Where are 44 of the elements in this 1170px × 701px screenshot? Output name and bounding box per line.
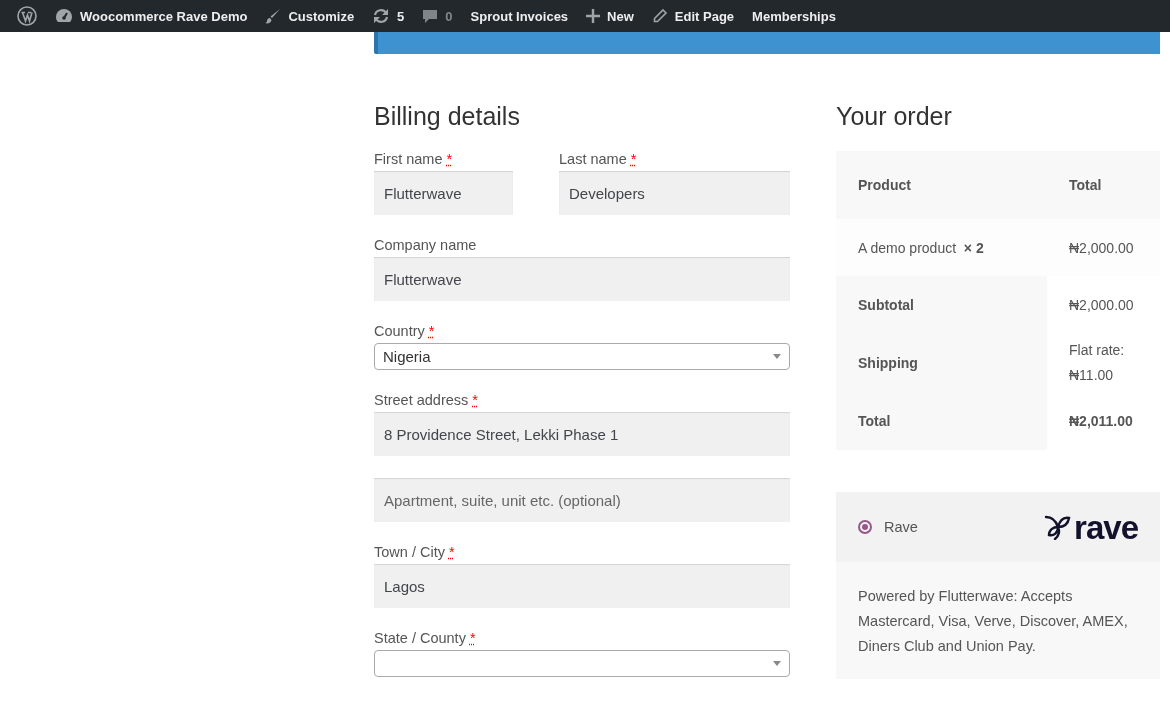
- field-label: Street address *: [374, 392, 479, 408]
- field-label: Country *: [374, 323, 436, 339]
- section-title: Your order: [836, 102, 953, 131]
- toolbar-item[interactable]: Edit Page: [642, 0, 744, 32]
- speech-bubble-icon: [422, 8, 439, 24]
- price-cell: ₦2,000.00: [1047, 219, 1160, 276]
- column-header: Total: [1047, 151, 1160, 219]
- section-title: Billing details: [374, 102, 521, 131]
- select-field[interactable]: Nigeria: [374, 343, 790, 370]
- field-label: State / County *: [374, 630, 477, 646]
- toolbar-item[interactable]: Woocommerce Rave Demo: [46, 0, 257, 32]
- toolbar-item[interactable]: Memberships: [743, 0, 845, 32]
- toolbar-item[interactable]: 5: [363, 0, 414, 32]
- column-header: Product: [836, 151, 1047, 219]
- input-field[interactable]: 8 Providence Street, Lekki Phase 1: [374, 412, 790, 456]
- butterfly-icon: [1044, 514, 1073, 540]
- field-label: Company name: [374, 237, 478, 253]
- field-label: Last name *: [559, 151, 638, 167]
- plus-icon: [586, 9, 601, 23]
- field-label: Town / City *: [374, 544, 456, 560]
- input-field[interactable]: Flutterwave: [374, 257, 790, 301]
- wordpress-logo-icon[interactable]: [17, 6, 37, 26]
- input-field[interactable]: Lagos: [374, 564, 790, 608]
- pencil-icon: [651, 8, 668, 24]
- radio-button[interactable]: [858, 520, 872, 534]
- total-label: Subtotal: [836, 276, 1047, 334]
- total-label: Shipping: [836, 334, 1047, 392]
- product-cell: A demo product × 2: [836, 219, 1047, 276]
- input-field[interactable]: Apartment, suite, unit etc. (optional): [374, 478, 790, 522]
- refresh-icon: [372, 8, 391, 24]
- field-label: First name *: [374, 151, 454, 167]
- toolbar-item[interactable]: 0: [413, 0, 462, 32]
- input-field[interactable]: Flutterwave: [374, 171, 513, 215]
- toolbar-item[interactable]: Customize: [256, 0, 364, 32]
- payment-description: Powered by Flutterwave: Accepts Mastercard, Visa, Verve, Discover, AMEX, Diners Club and Union Pay.: [836, 562, 1160, 679]
- toolbar-item[interactable]: New: [577, 0, 643, 32]
- input-field[interactable]: Developers: [559, 171, 790, 215]
- payment-option[interactable]: Rave rave: [836, 492, 1160, 562]
- gauge-icon: [55, 8, 73, 24]
- select-field[interactable]: [374, 650, 790, 677]
- toolbar-item[interactable]: Sprout Invoices: [461, 0, 578, 32]
- brush-icon: [265, 8, 282, 24]
- total-label: Total: [836, 392, 1047, 450]
- logo-text: rave: [1074, 510, 1138, 544]
